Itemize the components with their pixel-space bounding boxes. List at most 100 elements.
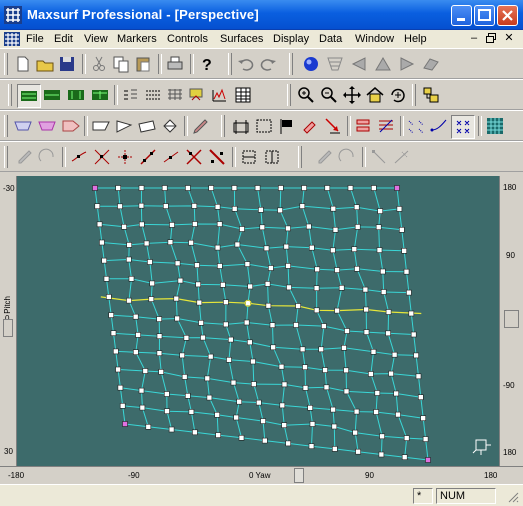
menu-markers[interactable]: Markers [117, 32, 157, 46]
toolbar-grip[interactable] [4, 146, 8, 168]
control-point[interactable] [117, 384, 124, 391]
control-point[interactable] [415, 373, 422, 380]
control-point[interactable] [183, 335, 190, 341]
control-point[interactable] [401, 248, 408, 254]
control-point[interactable] [156, 350, 163, 356]
control-point[interactable] [302, 364, 308, 370]
control-point[interactable] [101, 257, 107, 264]
trim-pen-icon[interactable] [299, 115, 321, 137]
control-point[interactable] [362, 286, 369, 293]
control-point[interactable] [321, 323, 327, 329]
control-point[interactable] [185, 185, 191, 191]
control-point[interactable] [277, 185, 284, 191]
compact-row-icon[interactable] [238, 146, 260, 168]
control-point[interactable] [283, 243, 290, 250]
arc-edit-icon[interactable] [336, 146, 358, 168]
control-point[interactable] [354, 266, 360, 272]
shape-box-icon[interactable] [159, 115, 181, 137]
control-point[interactable] [302, 385, 309, 391]
save-icon[interactable] [56, 53, 78, 75]
control-point[interactable] [285, 440, 292, 447]
control-point[interactable] [343, 367, 349, 374]
open-folder-icon[interactable] [34, 53, 56, 75]
toolbar-grip[interactable] [287, 84, 291, 106]
app-icon[interactable] [4, 6, 22, 24]
control-point[interactable] [305, 223, 312, 230]
control-point[interactable] [324, 185, 331, 191]
control-point[interactable] [406, 289, 412, 296]
control-point[interactable] [185, 393, 191, 399]
pencil-edit-icon[interactable] [314, 146, 336, 168]
toolbar-grip[interactable] [289, 53, 293, 75]
control-point[interactable] [115, 366, 121, 373]
control-point[interactable] [331, 446, 338, 452]
control-point[interactable] [113, 348, 119, 355]
control-point[interactable] [330, 205, 337, 212]
control-point[interactable] [196, 299, 203, 306]
control-point[interactable] [145, 424, 152, 430]
control-point[interactable] [385, 330, 391, 337]
control-point[interactable] [347, 185, 354, 191]
curve-join-icon[interactable] [428, 115, 450, 137]
control-point[interactable] [403, 268, 410, 275]
control-point[interactable] [299, 346, 306, 353]
control-point[interactable] [341, 345, 347, 351]
control-point[interactable] [230, 379, 237, 386]
control-point[interactable] [236, 398, 242, 405]
control-point[interactable] [216, 221, 223, 227]
control-point[interactable] [330, 247, 336, 254]
menu-controls[interactable]: Controls [167, 32, 208, 46]
control-point[interactable] [256, 399, 262, 406]
control-point[interactable] [417, 394, 424, 400]
control-point[interactable] [217, 263, 223, 269]
control-point[interactable] [380, 289, 387, 295]
corner-control-point[interactable] [122, 421, 128, 427]
control-point[interactable] [258, 206, 264, 213]
control-point[interactable] [198, 320, 204, 326]
control-net[interactable] [17, 176, 499, 466]
add-point-icon[interactable] [68, 146, 90, 168]
control-point[interactable] [286, 284, 292, 291]
control-point[interactable] [94, 203, 101, 210]
control-point[interactable] [174, 260, 181, 267]
control-point[interactable] [293, 322, 299, 328]
compact-column-icon[interactable] [261, 146, 283, 168]
control-point[interactable] [191, 203, 198, 209]
control-point[interactable] [334, 267, 340, 273]
contours-icon[interactable] [120, 84, 142, 106]
control-point[interactable] [139, 221, 145, 228]
menu-data[interactable]: Data [319, 32, 342, 46]
trim-region-icon[interactable] [253, 115, 275, 137]
menu-edit[interactable]: Edit [54, 32, 73, 46]
roll-ruler[interactable]: 180 90 0 -90 180 [499, 176, 523, 466]
control-point[interactable] [393, 390, 400, 397]
trim-flag-icon[interactable] [276, 115, 298, 137]
control-point[interactable] [313, 307, 320, 314]
straighten-icon[interactable] [160, 146, 182, 168]
control-point[interactable] [106, 294, 112, 300]
control-point[interactable] [322, 367, 328, 373]
control-point[interactable] [138, 202, 145, 209]
control-point[interactable] [334, 307, 340, 314]
control-point[interactable] [277, 207, 283, 214]
control-point[interactable] [376, 247, 383, 253]
view-body-icon[interactable] [324, 53, 346, 75]
control-point[interactable] [332, 226, 339, 233]
control-point[interactable] [158, 369, 164, 375]
zoom-in-icon[interactable] [295, 84, 317, 106]
control-point[interactable] [250, 358, 256, 365]
control-point[interactable] [268, 265, 274, 271]
control-point[interactable] [244, 261, 251, 267]
points-cross-icon[interactable] [451, 115, 475, 139]
control-point[interactable] [188, 409, 195, 415]
control-point[interactable] [103, 276, 110, 282]
control-point[interactable] [420, 415, 427, 421]
close-button[interactable] [497, 5, 518, 26]
control-point[interactable] [108, 312, 114, 318]
move-point-icon[interactable] [114, 146, 136, 168]
table-icon[interactable] [232, 84, 254, 106]
control-point[interactable] [195, 281, 201, 288]
control-point[interactable] [173, 295, 180, 302]
control-point[interactable] [247, 283, 253, 290]
control-point[interactable] [338, 285, 345, 291]
